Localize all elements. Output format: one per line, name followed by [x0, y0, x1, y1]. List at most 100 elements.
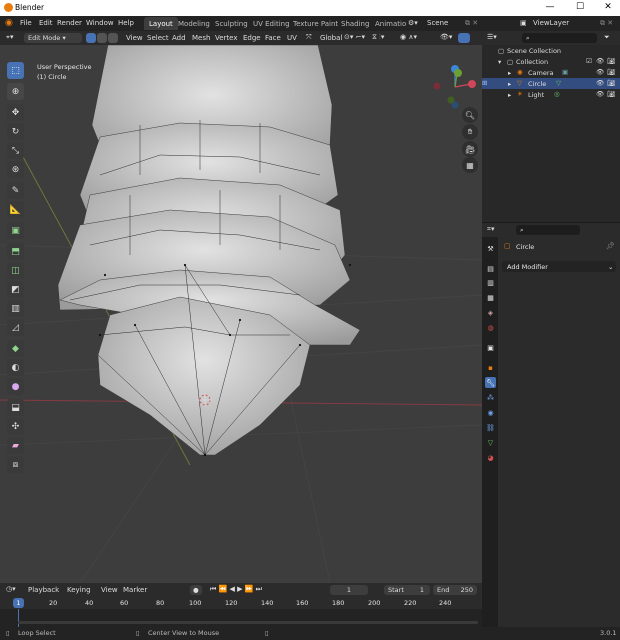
shrink-fatten-tool-icon[interactable]: ✣	[7, 418, 24, 435]
view-layer-selector[interactable]: ViewLayer	[533, 19, 569, 27]
render-camera-icon[interactable]: 📷︎	[607, 90, 615, 98]
perspective-toggle-icon[interactable]: ▦	[462, 157, 478, 173]
measure-tool-icon[interactable]: 📐	[7, 201, 24, 218]
face-select-button[interactable]	[108, 33, 118, 43]
select-box-tool-icon[interactable]: ⬚	[7, 62, 24, 79]
inset-tool-icon[interactable]: ◫	[7, 262, 24, 279]
outliner-search-input[interactable]: ⌕	[522, 33, 597, 43]
menu-window[interactable]: Window	[86, 19, 114, 27]
scale-tool-icon[interactable]: ⤡	[7, 142, 24, 159]
outliner-item-circle[interactable]: ⊞ ▸ ▽ Circle ▽ 👁︎ 📷︎	[482, 78, 620, 89]
expand-chevron-icon[interactable]: ▾	[498, 58, 501, 66]
annotate-tool-icon[interactable]: ✎	[7, 182, 24, 199]
timeline-editor-icon[interactable]: ◷▾	[6, 585, 16, 593]
proportional-icon[interactable]: ◉ ∧▾	[400, 33, 417, 41]
menu-edge[interactable]: Edge	[243, 34, 261, 42]
menu-mesh[interactable]: Mesh	[192, 34, 210, 42]
poly-build-tool-icon[interactable]: ◆	[7, 340, 24, 357]
eye-icon[interactable]: 👁︎	[596, 79, 604, 87]
object-tab-icon[interactable]: ▪	[485, 362, 496, 373]
zoom-icon[interactable]: 🔍︎	[462, 107, 478, 123]
move-tool-icon[interactable]: ✥	[7, 104, 24, 121]
menu-render[interactable]: Render	[57, 19, 82, 27]
menu-keying[interactable]: Keying	[67, 586, 91, 594]
modifier-tab-icon[interactable]: 🔧︎	[485, 377, 496, 388]
cursor-tool-icon[interactable]: ⊕	[7, 83, 24, 100]
menu-view[interactable]: View	[126, 34, 143, 42]
rip-tool-icon[interactable]: ⧈	[7, 456, 24, 473]
pan-hand-icon[interactable]: ✋︎	[462, 124, 478, 140]
bevel-tool-icon[interactable]: ◩	[7, 281, 24, 298]
collection-tab-icon[interactable]: ▣	[485, 342, 496, 353]
outliner-editor-icon[interactable]: ☰▾	[487, 33, 497, 41]
render-camera-icon[interactable]: 📷︎	[607, 68, 615, 76]
checkbox-icon[interactable]: ☑	[586, 57, 592, 65]
expand-chevron-icon[interactable]: ▸	[508, 91, 511, 99]
edge-slide-tool-icon[interactable]: ⬓	[7, 399, 24, 416]
visibility-icon[interactable]: 👁▾	[440, 33, 452, 41]
properties-search-input[interactable]: ⌕	[516, 225, 580, 235]
current-frame-field[interactable]: 1	[330, 585, 368, 595]
shear-tool-icon[interactable]: ▰	[7, 437, 24, 454]
playback-controls-icon[interactable]: ⏮ ⏪ ◀ ▶ ⏩ ⏭	[210, 585, 262, 594]
menu-face[interactable]: Face	[265, 34, 281, 42]
orientation-icon[interactable]: ⤧	[306, 33, 312, 42]
add-modifier-button[interactable]: Add Modifier ⌄	[502, 261, 616, 272]
frame-ruler[interactable]: 1 20 40 60 80 100 120 140 160 180 200 22…	[0, 597, 482, 609]
minimize-button[interactable]: —	[543, 2, 557, 12]
pin-icon[interactable]: 📌︎	[606, 242, 615, 250]
scene-selector[interactable]: Scene	[427, 19, 448, 27]
orientation-selector[interactable]: Global	[320, 34, 342, 42]
constraints-tab-icon[interactable]: ⛓	[485, 422, 496, 433]
edit-mode-icon[interactable]: ⊞	[482, 79, 487, 87]
view-layer-icon[interactable]: ▣	[520, 19, 527, 27]
menu-vertex[interactable]: Vertex	[215, 34, 238, 42]
close-button[interactable]: ✕	[601, 2, 615, 12]
menu-edit[interactable]: Edit	[39, 19, 53, 27]
menu-uv[interactable]: UV	[287, 34, 297, 42]
tab-sculpting[interactable]: Sculpting	[210, 17, 253, 30]
menu-playback[interactable]: Playback	[28, 586, 59, 594]
tab-shading[interactable]: Shading	[336, 17, 374, 30]
end-frame-field[interactable]: End 250	[433, 585, 477, 595]
menu-timeline-view[interactable]: View	[101, 586, 118, 594]
timeline-area[interactable]: 1 20 40 60 80 100 120 140 160 180 200 22…	[0, 597, 482, 627]
gizmo-toggle-icon[interactable]	[458, 33, 470, 43]
scene-close-icon[interactable]: ⧉ ✕	[465, 19, 478, 28]
filter-icon[interactable]: ⏷	[604, 33, 610, 42]
expand-chevron-icon[interactable]: ▸	[508, 69, 511, 77]
vertex-select-button[interactable]	[86, 33, 96, 43]
tool-tab-icon[interactable]: ⚒	[485, 243, 496, 254]
snap-icon[interactable]: ⧖ ⫶▾	[372, 33, 384, 42]
blender-menu-icon[interactable]: ◉	[5, 18, 13, 28]
camera-view-icon[interactable]: 🎥︎	[462, 141, 478, 157]
outliner-item-light[interactable]: ▸ ☀ Light ◎ 👁︎ 📷︎	[482, 89, 620, 100]
render-camera-icon[interactable]: 📷︎	[607, 57, 615, 65]
menu-file[interactable]: File	[20, 19, 32, 27]
3d-viewport[interactable]: User Perspective (1) Circle	[0, 45, 482, 583]
menu-select[interactable]: Select	[147, 34, 169, 42]
render-camera-icon[interactable]: 📷︎	[607, 79, 615, 87]
world-tab-icon[interactable]: ◍	[485, 322, 496, 333]
transform-tool-icon[interactable]: ⊛	[7, 161, 24, 178]
particles-tab-icon[interactable]: ⁂	[485, 392, 496, 403]
menu-help[interactable]: Help	[118, 19, 134, 27]
add-cube-tool-icon[interactable]: ▣	[7, 222, 24, 239]
pivot-icon[interactable]: ⊙▾ ⌐▾	[344, 33, 365, 41]
tab-texture-paint[interactable]: Texture Paint	[288, 17, 343, 30]
navigation-gizmo[interactable]	[430, 62, 480, 112]
render-tab-icon[interactable]: ▤	[485, 263, 496, 274]
properties-editor-icon[interactable]: ⌗▾	[487, 225, 494, 234]
mode-selector[interactable]: Edit Mode ▾	[24, 33, 82, 43]
output-tab-icon[interactable]: ▥	[485, 277, 496, 288]
material-tab-icon[interactable]: ◕	[485, 452, 496, 463]
eye-icon[interactable]: 👁︎	[596, 57, 604, 65]
data-tab-icon[interactable]: ▽	[485, 437, 496, 448]
physics-tab-icon[interactable]: ◉	[485, 407, 496, 418]
expand-chevron-icon[interactable]: ▸	[508, 80, 511, 88]
start-frame-field[interactable]: Start 1	[384, 585, 430, 595]
menu-add[interactable]: Add	[172, 34, 186, 42]
view-layer-close-icon[interactable]: ⧉ ✕	[600, 19, 613, 28]
mesh-circle[interactable]	[57, 45, 361, 456]
record-icon[interactable]: ●	[190, 585, 202, 595]
